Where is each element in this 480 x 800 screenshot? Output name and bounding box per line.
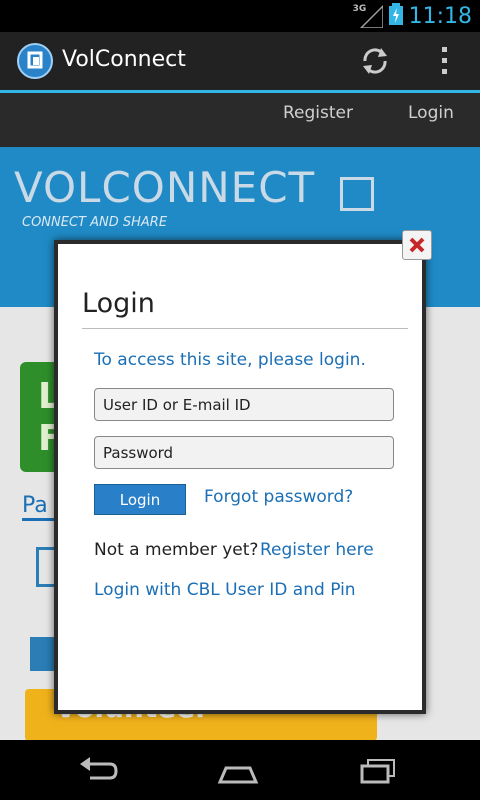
password-input[interactable] xyxy=(94,436,394,469)
nav-register-link[interactable]: Register xyxy=(283,103,353,123)
banner-logo-icon xyxy=(340,177,374,211)
recent-apps-icon[interactable] xyxy=(356,754,400,786)
system-nav-bar xyxy=(0,740,480,800)
nav-login-link[interactable]: Login xyxy=(408,103,454,123)
network-label: 3G xyxy=(352,4,367,14)
site-nav: Register Login xyxy=(0,93,480,147)
overflow-menu-icon[interactable] xyxy=(432,43,456,79)
register-here-link[interactable]: Register here xyxy=(260,540,374,560)
banner-title: VOLCONNECT xyxy=(14,163,316,212)
action-bar: VolConnect xyxy=(0,32,480,93)
login-button[interactable]: Login xyxy=(94,484,186,515)
divider xyxy=(82,328,408,329)
app-logo-icon[interactable] xyxy=(17,43,53,79)
clock: 11:18 xyxy=(408,3,472,29)
login-info: To access this site, please login. xyxy=(94,350,366,370)
login-dialog: Login To access this site, please login.… xyxy=(54,230,432,714)
app-title: VolConnect xyxy=(62,47,186,72)
battery-icon xyxy=(388,3,403,29)
home-icon[interactable] xyxy=(216,754,260,786)
dialog-title: Login xyxy=(82,288,155,319)
network-icon: 3G xyxy=(352,4,384,29)
banner-subtitle: CONNECT AND SHARE xyxy=(22,215,168,230)
status-bar: 3G 11:18 xyxy=(0,0,480,32)
close-icon[interactable] xyxy=(402,230,432,260)
refresh-icon[interactable] xyxy=(357,43,393,79)
user-id-input[interactable] xyxy=(94,388,394,421)
back-icon[interactable] xyxy=(76,754,120,786)
cbl-login-link[interactable]: Login with CBL User ID and Pin xyxy=(94,580,356,600)
status-icons: 3G 11:18 xyxy=(353,2,472,30)
forgot-password-link[interactable]: Forgot password? xyxy=(204,487,353,507)
not-member-text: Not a member yet? xyxy=(94,540,259,560)
